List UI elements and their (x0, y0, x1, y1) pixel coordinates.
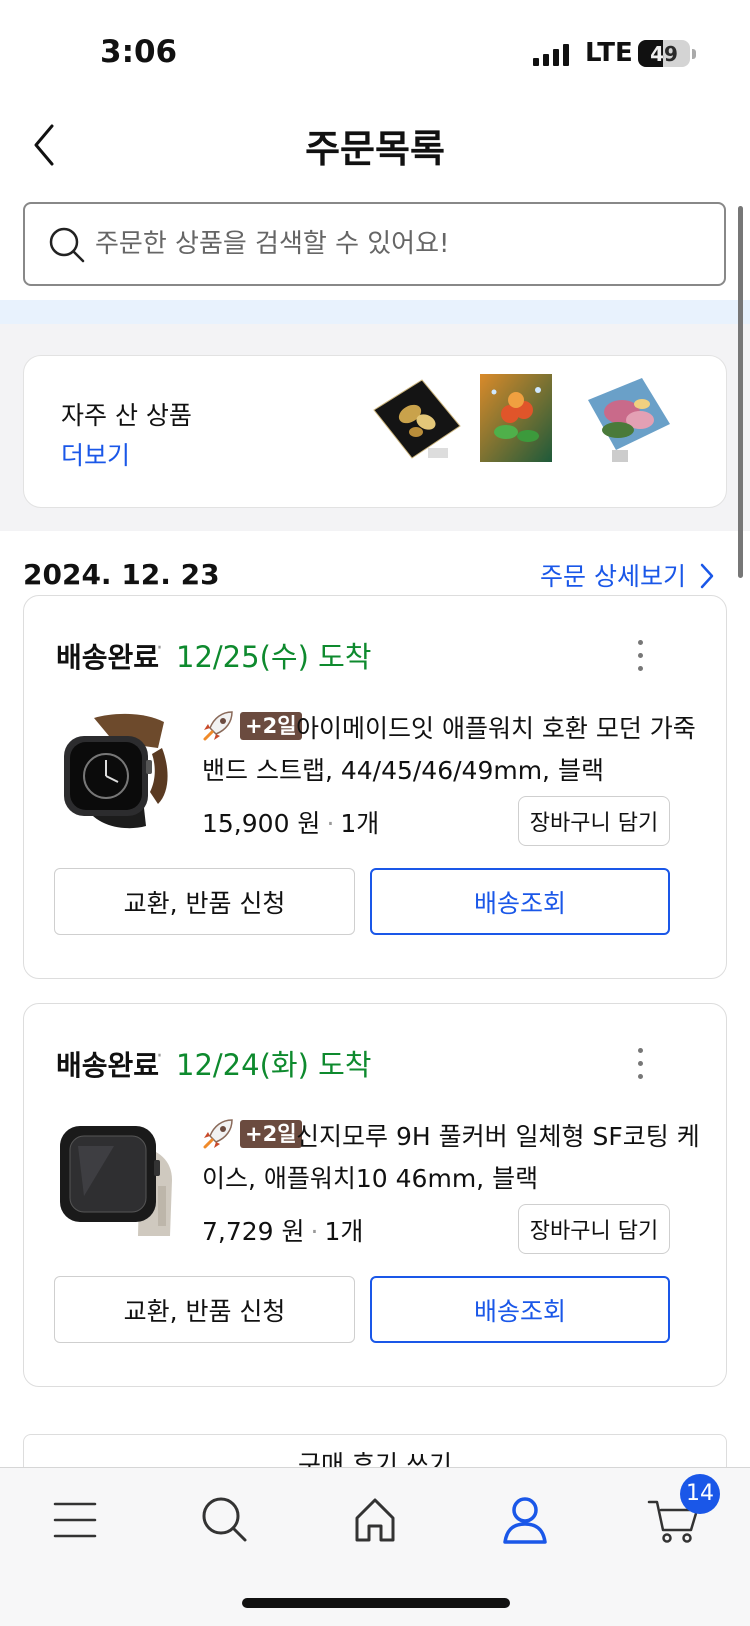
arrival-date: 12/24(화) 도착 (176, 1048, 372, 1082)
arrival-date: 12/25(수) 도착 (176, 640, 372, 674)
order-status: 배송완료 (56, 641, 160, 674)
separator-dot: · (310, 1217, 319, 1246)
frequent-product-thumb[interactable] (370, 370, 466, 466)
product-name[interactable]: 아이메이드잇 애플워치 호환 모던 가죽 밴드 스트랩, 44/45/46/49… (202, 708, 702, 792)
search-icon (49, 227, 85, 263)
battery-level: 49 (650, 42, 678, 66)
menu-icon[interactable] (45, 1490, 105, 1550)
scrollbar[interactable] (738, 206, 743, 578)
banner-strip (0, 300, 750, 324)
order-date: 2024. 12. 23 (23, 558, 220, 591)
frequent-more-link[interactable]: 더보기 (61, 436, 130, 472)
frequent-product-thumb[interactable] (582, 370, 678, 466)
search-icon[interactable] (195, 1490, 255, 1550)
order-detail-link[interactable]: 주문 상세보기 (540, 557, 686, 593)
cart-count-badge: 14 (680, 1474, 720, 1514)
order-status: 배송완료 (56, 1049, 160, 1082)
product-quantity: 1개 (324, 1217, 364, 1246)
page-title: 주문목록 (305, 127, 445, 171)
my-page-icon[interactable] (495, 1490, 555, 1550)
frequent-products-card: 자주 산 상품 더보기 (23, 355, 727, 508)
track-delivery-button[interactable]: 배송조회 (370, 1276, 670, 1343)
separator-dot: · (326, 809, 335, 838)
separator-dot: · (156, 636, 163, 661)
home-icon[interactable] (345, 1490, 405, 1550)
add-to-cart-button[interactable]: 장바구니 담기 (518, 1204, 670, 1254)
product-quantity: 1개 (340, 809, 380, 838)
search-section (0, 190, 750, 300)
battery-icon: 49 (638, 40, 690, 67)
more-options-icon[interactable] (632, 1046, 648, 1082)
product-image[interactable] (54, 1116, 184, 1246)
battery-cap (692, 49, 696, 59)
network-label: LTE (585, 38, 633, 68)
frequent-product-thumb[interactable] (476, 370, 572, 466)
track-delivery-button[interactable]: 배송조회 (370, 868, 670, 935)
separator-dot: · (156, 1044, 163, 1069)
status-time: 3:06 (100, 34, 178, 70)
product-price: 7,729 원 (202, 1217, 305, 1246)
product-image[interactable] (54, 708, 184, 838)
order-card: 배송완료 · 12/25(수) 도착 +2일 아이메이드잇 애플워치 호환 모던… (23, 595, 727, 979)
price-row: 7,729 원 · 1개 (202, 1212, 363, 1248)
exchange-return-button[interactable]: 교환, 반품 신청 (54, 868, 355, 935)
product-name[interactable]: 신지모루 9H 풀커버 일체형 SF코팅 케이스, 애플워치10 46mm, 블… (202, 1116, 702, 1200)
chevron-right-icon[interactable] (698, 561, 716, 591)
frequent-products-label: 자주 산 상품 (61, 401, 192, 430)
exchange-return-button[interactable]: 교환, 반품 신청 (54, 1276, 355, 1343)
order-card: 배송완료 · 12/24(화) 도착 +2일 신지모루 9H 풀커버 일체형 S… (23, 1003, 727, 1387)
search-box[interactable] (23, 202, 726, 286)
order-list: 2024. 12. 23 주문 상세보기 배송완료 · 12/25(수) 도착 (0, 531, 750, 1471)
price-row: 15,900 원 · 1개 (202, 804, 379, 840)
search-input[interactable] (95, 218, 695, 270)
add-to-cart-button[interactable]: 장바구니 담기 (518, 796, 670, 846)
page-header: 주문목록 (0, 100, 750, 190)
home-indicator (242, 1598, 510, 1608)
status-bar: 3:06 LTE 49 (0, 0, 750, 100)
more-options-icon[interactable] (632, 638, 648, 674)
signal-icon (533, 44, 573, 66)
product-price: 15,900 원 (202, 809, 321, 838)
